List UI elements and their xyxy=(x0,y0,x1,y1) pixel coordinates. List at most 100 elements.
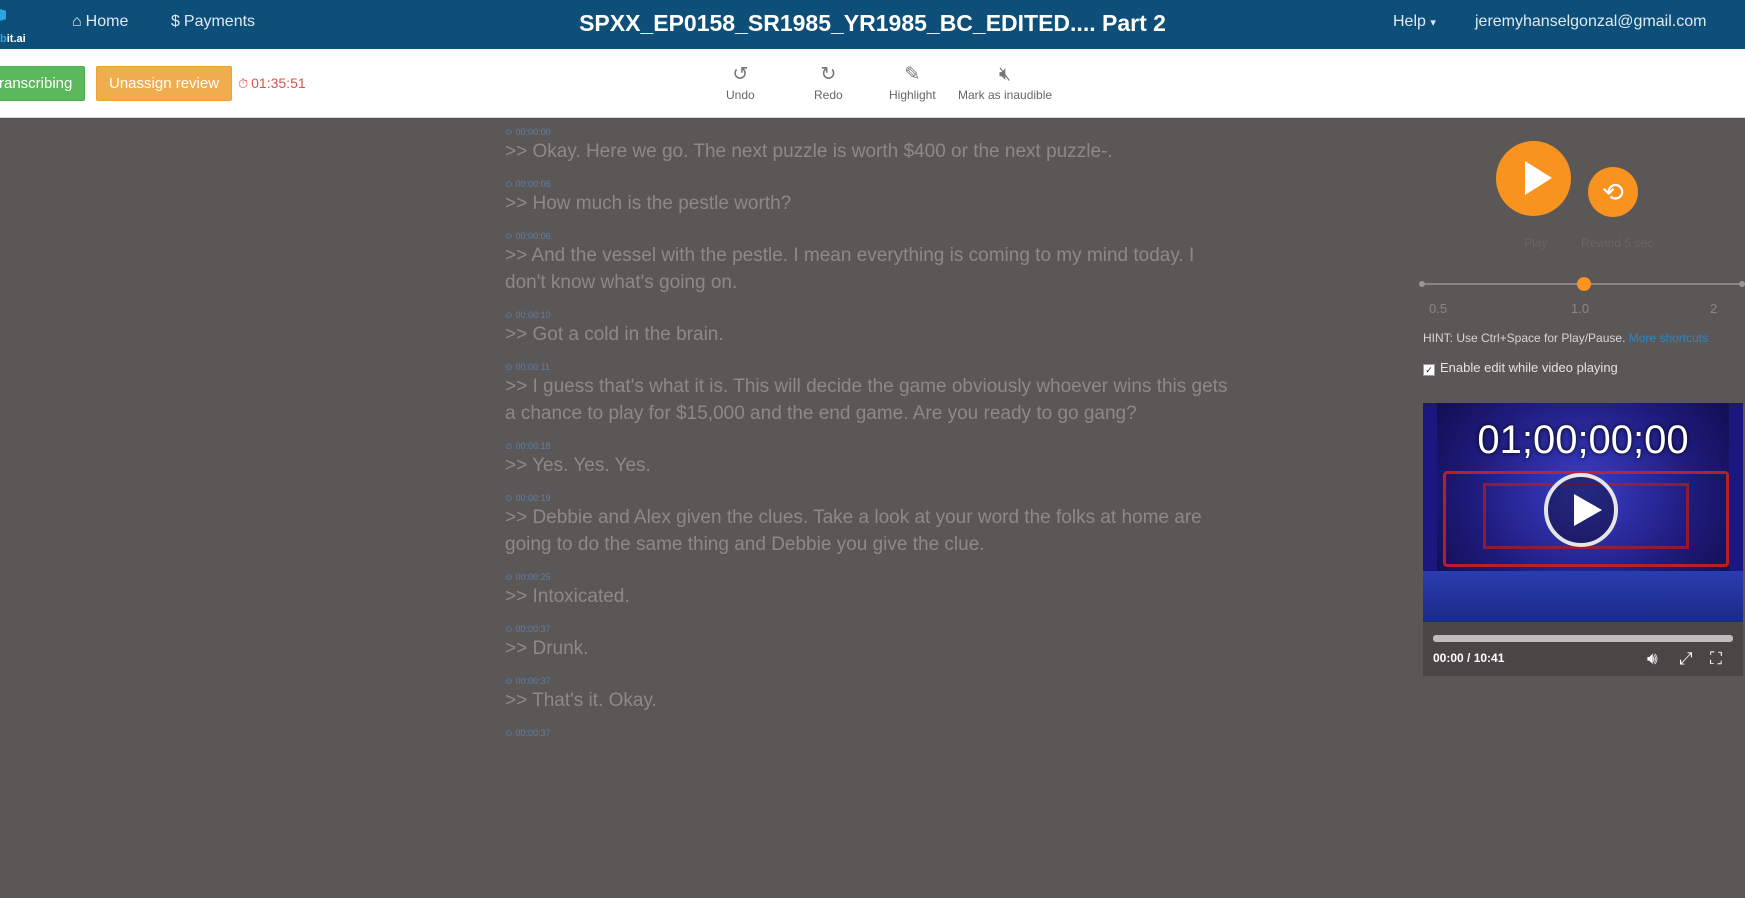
video-play-button[interactable] xyxy=(1544,473,1618,547)
unassign-review-button[interactable]: Unassign review xyxy=(96,66,233,101)
video-progress-bar[interactable] xyxy=(1433,635,1733,642)
transcript-list: ⊙ 00:00:00 >> Okay. Here we go. The next p… xyxy=(505,126,1235,752)
expand-icon[interactable]: ⤢ xyxy=(1679,649,1693,669)
user-email-link[interactable]: jeremyhanselgonzal@gmail.com xyxy=(1475,13,1706,31)
segment-text[interactable]: >> Yes. Yes. Yes. xyxy=(505,452,1235,479)
segment-timestamp[interactable]: ⊙ 00:00:37 xyxy=(505,623,1235,635)
mark-inaudible-label: Mark as inaudible xyxy=(958,88,1053,102)
play-button[interactable] xyxy=(1496,141,1571,216)
segment-timestamp[interactable]: ⊙ 00:00:18 xyxy=(505,440,1235,452)
speed-slider-thumb[interactable] xyxy=(1577,277,1591,291)
transcript-segment: ⊙ 00:00:00 >> Okay. Here we go. The next p… xyxy=(505,126,1235,165)
shortcut-hint: HINT: Use Ctrl+Space for Play/Pause. Mor… xyxy=(1423,331,1708,345)
speed-min-label: 0.5 xyxy=(1429,301,1448,316)
segment-timestamp[interactable]: ⊙ 00:00:37 xyxy=(505,727,1235,739)
clock-icon: ⊙ xyxy=(505,127,513,137)
video-floor xyxy=(1423,571,1743,622)
clock-icon: ⊙ xyxy=(505,231,513,241)
segment-timestamp-value: 00:00:00 xyxy=(515,127,551,137)
volume-icon[interactable]: 🔊︎ xyxy=(1647,649,1658,669)
transcript-segment: ⊙ 00:00:06 >> How much is the pestle worth… xyxy=(505,178,1235,217)
clock-icon: ⊙ xyxy=(505,441,513,451)
enable-edit-checkbox[interactable]: ✓ Enable edit while video playing xyxy=(1423,360,1618,376)
highlight-label: Highlight xyxy=(889,88,936,102)
undo-button[interactable]: ↺ Undo xyxy=(726,63,755,102)
transcript-segment: ⊙ 00:00:18 >> Yes. Yes. Yes. xyxy=(505,440,1235,479)
mute-icon: 🔇︎ xyxy=(999,64,1012,85)
hint-text: HINT: Use Ctrl+Space for Play/Pause. xyxy=(1423,331,1626,345)
redo-label: Redo xyxy=(814,88,843,102)
segment-timestamp-value: 00:00:10 xyxy=(515,310,551,320)
segment-text[interactable]: >> How much is the pestle worth? xyxy=(505,190,1235,217)
redo-button[interactable]: ↻ Redo xyxy=(814,63,843,102)
segment-timestamp[interactable]: ⊙ 00:00:06 xyxy=(505,178,1235,190)
rewind-button[interactable]: ⟲ xyxy=(1588,167,1638,217)
segment-timestamp[interactable]: ⊙ 00:00:11 xyxy=(505,361,1235,373)
segment-text[interactable]: >> Intoxicated. xyxy=(505,583,1235,610)
speed-mid-label: 1.0 xyxy=(1571,301,1590,316)
transcript-segment: ⊙ 00:00:37 >> That's it. Okay. xyxy=(505,675,1235,714)
video-timecode-overlay: 01;00;00;00 xyxy=(1477,418,1689,462)
clock-icon: ⊙ xyxy=(505,310,513,320)
transcript-segment: ⊙ 00:00:06 >> And the vessel with the pest… xyxy=(505,230,1235,296)
segment-timestamp[interactable]: ⊙ 00:00:19 xyxy=(505,492,1235,504)
clock-icon: ⊙ xyxy=(505,572,513,582)
highlight-button[interactable]: ✎ Highlight xyxy=(889,63,936,102)
segment-timestamp[interactable]: ⊙ 00:00:25 xyxy=(505,571,1235,583)
video-time-display: 00:00 / 10:41 xyxy=(1433,651,1505,665)
segment-timestamp-value: 00:00:25 xyxy=(515,572,551,582)
pin-icon: ✎ xyxy=(904,64,921,85)
enable-edit-label: Enable edit while video playing xyxy=(1440,360,1618,375)
checkbox-checked-icon[interactable]: ✓ xyxy=(1423,364,1435,376)
segment-text[interactable]: >> Okay. Here we go. The next puzzle is … xyxy=(505,138,1235,165)
transcript-segment: ⊙ 00:00:37 xyxy=(505,727,1235,739)
segment-timestamp[interactable]: ⊙ 00:00:37 xyxy=(505,675,1235,687)
play-label: Play xyxy=(1524,236,1548,250)
undo-label: Undo xyxy=(726,88,755,102)
transcript-segment: ⊙ 00:00:19 >> Debbie and Alex given the cl… xyxy=(505,492,1235,558)
segment-text[interactable]: >> And the vessel with the pestle. I mea… xyxy=(505,242,1235,296)
more-shortcuts-link[interactable]: More shortcuts xyxy=(1629,331,1708,345)
help-dropdown[interactable]: Help ▾ xyxy=(1393,13,1436,31)
timer-value: 01:35:51 xyxy=(251,75,306,91)
segment-timestamp-value: 00:00:19 xyxy=(515,493,551,503)
clock-icon: ⊙ xyxy=(505,728,513,738)
clock-icon: ⊙ xyxy=(505,493,513,503)
segment-timestamp-value: 00:00:37 xyxy=(515,624,551,634)
segment-timestamp[interactable]: ⊙ 00:00:10 xyxy=(505,309,1235,321)
rewind-label: Rewind 5 sec xyxy=(1581,236,1654,250)
redo-icon: ↻ xyxy=(820,64,837,85)
segment-timestamp-value: 00:00:18 xyxy=(515,441,551,451)
transcript-segment: ⊙ 00:00:25 >> Intoxicated. xyxy=(505,571,1235,610)
top-navbar: bit.ai ⌂ Home $ Payments SPXX_EP0158_SR198… xyxy=(0,0,1745,49)
help-label: Help xyxy=(1393,13,1426,30)
speed-max-dot xyxy=(1739,281,1745,287)
clock-icon: ⊙ xyxy=(505,362,513,372)
editor-toolbar: ranscribing Unassign review ⏱ 01:35:51 ↺ … xyxy=(0,49,1745,118)
speed-max-label: 2 xyxy=(1710,301,1718,316)
segment-text[interactable]: >> That's it. Okay. xyxy=(505,687,1235,714)
clock-icon: ⊙ xyxy=(505,676,513,686)
chevron-down-icon: ▾ xyxy=(1430,17,1436,29)
clock-icon: ⏱ xyxy=(238,76,249,91)
fullscreen-icon[interactable]: ⛶ xyxy=(1710,649,1722,669)
segment-text[interactable]: >> Drunk. xyxy=(505,635,1235,662)
segment-text[interactable]: >> Got a cold in the brain. xyxy=(505,321,1235,348)
speed-min-dot xyxy=(1419,281,1425,287)
segment-timestamp[interactable]: ⊙ 00:00:00 xyxy=(505,126,1235,138)
transcript-segment: ⊙ 00:00:37 >> Drunk. xyxy=(505,623,1235,662)
segment-timestamp-value: 00:00:06 xyxy=(515,231,551,241)
transcript-segment: ⊙ 00:00:11 >> I guess that's what it is. T… xyxy=(505,361,1235,427)
segment-timestamp-value: 00:00:06 xyxy=(515,179,551,189)
segment-timestamp-value: 00:00:11 xyxy=(515,362,550,372)
segment-text[interactable]: >> I guess that's what it is. This will … xyxy=(505,373,1235,427)
segment-text[interactable]: >> Debbie and Alex given the clues. Take… xyxy=(505,504,1235,558)
segment-timestamp[interactable]: ⊙ 00:00:06 xyxy=(505,230,1235,242)
transcribing-button[interactable]: ranscribing xyxy=(0,66,86,101)
rewind-icon: ⟲ xyxy=(1602,177,1624,207)
clock-icon: ⊙ xyxy=(505,624,513,634)
mark-inaudible-button[interactable]: 🔇︎ Mark as inaudible xyxy=(958,63,1052,102)
segment-timestamp-value: 00:00:37 xyxy=(515,676,551,686)
video-player[interactable]: 01;00;00;00 xyxy=(1423,403,1743,622)
countdown-timer: ⏱ 01:35:51 xyxy=(238,75,306,92)
